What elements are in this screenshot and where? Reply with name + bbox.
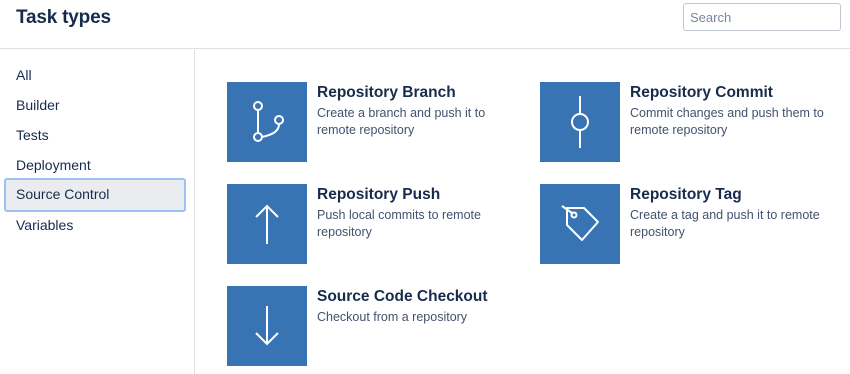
sidebar-item-builder[interactable]: Builder: [4, 89, 186, 121]
arrow-up-icon: [255, 204, 279, 244]
commit-icon: [571, 96, 589, 148]
task-title: Repository Branch: [317, 84, 456, 101]
task-card-source-code-checkout[interactable]: Source Code Checkout Checkout from a rep…: [227, 286, 527, 368]
arrow-down-icon: [255, 306, 279, 346]
task-title: Repository Tag: [630, 186, 742, 203]
task-card-repository-tag[interactable]: Repository Tag Create a tag and push it …: [540, 184, 840, 266]
task-description: Checkout from a repository: [317, 310, 468, 324]
tag-icon: [561, 205, 599, 241]
page-header: Task types: [0, 0, 850, 49]
task-tile: [227, 184, 307, 264]
task-card-repository-commit[interactable]: Repository Commit Commit changes and pus…: [540, 82, 840, 164]
sidebar-item-all[interactable]: All: [4, 59, 186, 91]
page-title: Task types: [16, 7, 111, 28]
task-card-repository-push[interactable]: Repository Push Push local commits to re…: [227, 184, 527, 266]
task-tile: [227, 286, 307, 366]
task-tile: [227, 82, 307, 162]
search-input[interactable]: [683, 3, 841, 31]
sidebar-item-source-control[interactable]: Source Control: [4, 178, 186, 212]
sidebar-item-deployment[interactable]: Deployment: [4, 149, 186, 181]
task-description: Create a tag and push it to remote repos…: [630, 208, 820, 239]
task-description: Create a branch and push it to remote re…: [317, 106, 486, 137]
task-title: Repository Push: [317, 186, 441, 203]
task-description: Commit changes and push them to remote r…: [630, 106, 824, 137]
task-description: Push local commits to remote repository: [317, 208, 481, 239]
task-tile: [540, 184, 620, 264]
sidebar-item-variables[interactable]: Variables: [4, 209, 186, 241]
task-tile: [540, 82, 620, 162]
branch-icon: [253, 101, 284, 142]
sidebar-item-tests[interactable]: Tests: [4, 119, 186, 151]
task-title: Source Code Checkout: [317, 288, 488, 305]
task-card-repository-branch[interactable]: Repository Branch Create a branch and pu…: [227, 82, 527, 164]
sidebar: All Builder Tests Deployment Source Cont…: [0, 50, 195, 374]
task-title: Repository Commit: [630, 84, 773, 101]
